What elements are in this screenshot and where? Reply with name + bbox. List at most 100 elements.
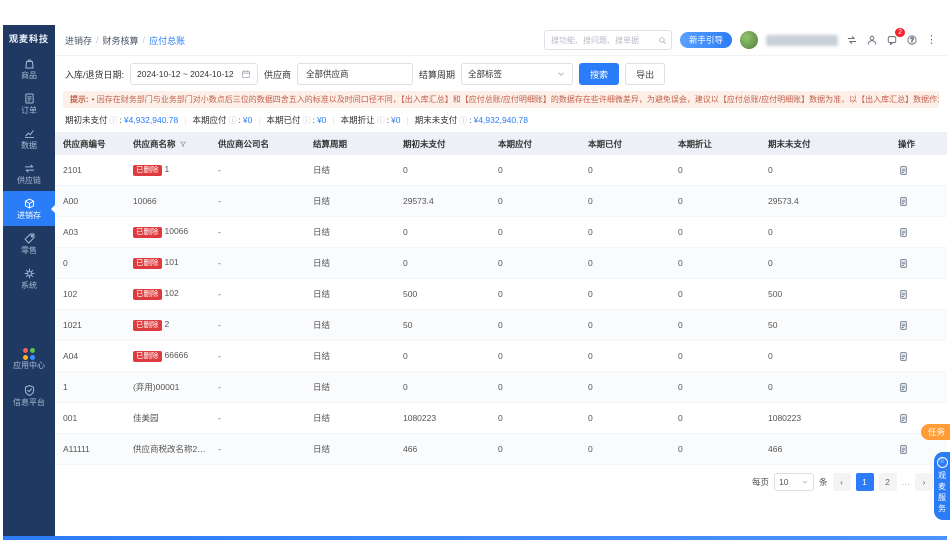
- row-detail-icon[interactable]: [890, 413, 947, 424]
- switch-account-icon[interactable]: [846, 34, 858, 46]
- cell-discount: 0: [678, 351, 683, 361]
- cell-begin-unpaid: 29573.4: [403, 196, 434, 206]
- page-ellipsis: …: [901, 477, 911, 487]
- table-row: 102 已删除 102- 日结 500 0 0 0 500: [55, 279, 947, 310]
- search-button[interactable]: 搜索: [579, 63, 620, 85]
- summary-divider: |: [406, 115, 409, 125]
- table-row: A00 10066 - 日结 29573.4 0 0 0 29573.4: [55, 186, 947, 217]
- cell-end-unpaid: 50: [768, 320, 778, 330]
- info-icon[interactable]: ⓘ: [303, 115, 311, 126]
- prev-page-button[interactable]: ‹: [832, 473, 851, 491]
- row-detail-icon[interactable]: [890, 196, 947, 207]
- cell-paid: 0: [588, 351, 593, 361]
- cell-company: -: [218, 258, 221, 268]
- period-select[interactable]: 全部标签: [461, 63, 574, 85]
- row-detail-icon[interactable]: [890, 289, 947, 300]
- sidebar-item-apps[interactable]: 应用中心: [3, 340, 55, 377]
- cell-supplier-name: 已删除 102: [125, 288, 210, 300]
- cell-company: -: [218, 196, 221, 206]
- breadcrumb-item[interactable]: 财务核算: [103, 34, 139, 47]
- cell-discount: 0: [678, 320, 683, 330]
- cell-supplier-name: (弃用)00001: [133, 382, 180, 392]
- cell-discount: 0: [678, 413, 683, 423]
- topbar: 进销存 / 财务核算 / 应付总账 新手引导 2 ⋮: [55, 25, 947, 56]
- cell-company: -: [218, 351, 221, 361]
- cell-begin-unpaid: 0: [403, 351, 408, 361]
- row-detail-icon[interactable]: [890, 165, 947, 176]
- cell-payable: 0: [498, 165, 503, 175]
- service-float-widget[interactable]: ☉ 观麦服务: [934, 452, 950, 520]
- avatar[interactable]: [740, 31, 758, 49]
- sidebar-item-label: 系统: [21, 281, 37, 290]
- cell-supplier-name: 已删除 1: [125, 164, 210, 176]
- sidebar-item-supply[interactable]: 供应链: [3, 156, 55, 191]
- page-button-2[interactable]: 2: [878, 473, 897, 491]
- newbie-guide-button[interactable]: 新手引导: [679, 32, 732, 48]
- date-range-picker[interactable]: 2024-10-12 ~ 2024-10-12: [130, 63, 259, 85]
- cell-begin-unpaid: 1080223: [403, 413, 437, 423]
- breadcrumb-item[interactable]: 进销存: [65, 34, 92, 47]
- sidebar-item-bag[interactable]: 商品: [3, 51, 55, 86]
- cell-supplier-name: 10066: [133, 196, 157, 206]
- sidebar-item-order[interactable]: 订单: [3, 86, 55, 121]
- table-row: 2101 已删除 1- 日结 0 0 0 0 0: [55, 155, 947, 186]
- row-detail-icon[interactable]: [890, 258, 947, 269]
- sidebar-item-label: 信息平台: [13, 398, 45, 407]
- page-button-1[interactable]: 1: [855, 473, 874, 491]
- column-header: 期初未支付: [403, 138, 446, 149]
- cell-end-unpaid: 29573.4: [768, 196, 799, 206]
- task-float-tab[interactable]: 任务: [920, 424, 950, 440]
- sidebar-item-inventory[interactable]: 进销存: [3, 191, 55, 226]
- sidebar-item-label: 进销存: [17, 211, 41, 220]
- cell-paid: 0: [588, 196, 593, 206]
- table-row: A04 已删除 66666- 日结 0 0 0 0 0: [55, 341, 947, 372]
- per-page-select[interactable]: 10: [773, 473, 814, 491]
- sidebar-item-tag[interactable]: 零售: [3, 226, 55, 261]
- messages-icon[interactable]: 2: [886, 28, 905, 46]
- per-page-label: 每页: [751, 477, 769, 487]
- export-button[interactable]: 导出: [625, 63, 666, 85]
- cell-supplier-code: A00: [63, 196, 79, 206]
- more-menu-icon[interactable]: ⋮: [926, 34, 937, 46]
- cell-end-unpaid: 0: [768, 258, 773, 268]
- row-detail-icon[interactable]: [890, 227, 947, 238]
- deleted-badge: 已删除: [133, 319, 162, 331]
- supplier-input[interactable]: [304, 68, 407, 80]
- cell-discount: 0: [678, 444, 683, 454]
- filter-bar: 入库/退货日期: 2024-10-12 ~ 2024-10-12 供应商 结算周…: [55, 56, 947, 91]
- search-input[interactable]: [548, 34, 655, 46]
- sidebar-bottom-nav: 应用中心 信息平台: [3, 340, 55, 414]
- date-filter-label: 入库/退货日期:: [65, 69, 125, 80]
- sidebar-item-gear[interactable]: 系统: [3, 261, 55, 296]
- filter-funnel-icon[interactable]: [179, 140, 187, 148]
- cell-begin-unpaid: 0: [403, 227, 408, 237]
- contacts-icon[interactable]: [866, 34, 878, 46]
- cell-paid: 0: [588, 227, 593, 237]
- next-page-button[interactable]: ›: [915, 473, 933, 491]
- cell-end-unpaid: 0: [768, 165, 773, 175]
- cell-period: 日结: [313, 227, 331, 237]
- sidebar-item-label: 数据: [21, 141, 37, 150]
- cell-period: 日结: [313, 382, 331, 392]
- info-icon[interactable]: ⓘ: [377, 115, 385, 126]
- row-detail-icon[interactable]: [890, 351, 947, 362]
- column-header: 结算周期: [313, 138, 348, 149]
- info-icon[interactable]: ⓘ: [459, 115, 467, 126]
- help-icon[interactable]: [906, 34, 918, 46]
- cell-supplier-code: 0: [63, 258, 68, 268]
- table-row: A11111 供应商税改名称2333- 日结 466 0 0 0 466: [55, 434, 947, 465]
- cell-supplier-name: 已删除 101: [125, 257, 210, 269]
- apps-icon: [23, 347, 35, 360]
- cell-payable: 0: [498, 289, 503, 299]
- sidebar-item-platform[interactable]: 信息平台: [3, 377, 55, 414]
- row-detail-icon[interactable]: [890, 382, 947, 393]
- sidebar-item-chart[interactable]: 数据: [3, 121, 55, 156]
- row-detail-icon[interactable]: [890, 320, 947, 331]
- period-filter-label: 结算周期: [419, 69, 456, 80]
- cell-supplier-name: 已删除 66666: [125, 350, 210, 362]
- info-icon[interactable]: ⓘ: [228, 115, 236, 126]
- info-icon[interactable]: ⓘ: [110, 115, 118, 126]
- headset-icon: ☉: [936, 457, 948, 468]
- platform-icon: [23, 384, 36, 397]
- cell-discount: 0: [678, 258, 683, 268]
